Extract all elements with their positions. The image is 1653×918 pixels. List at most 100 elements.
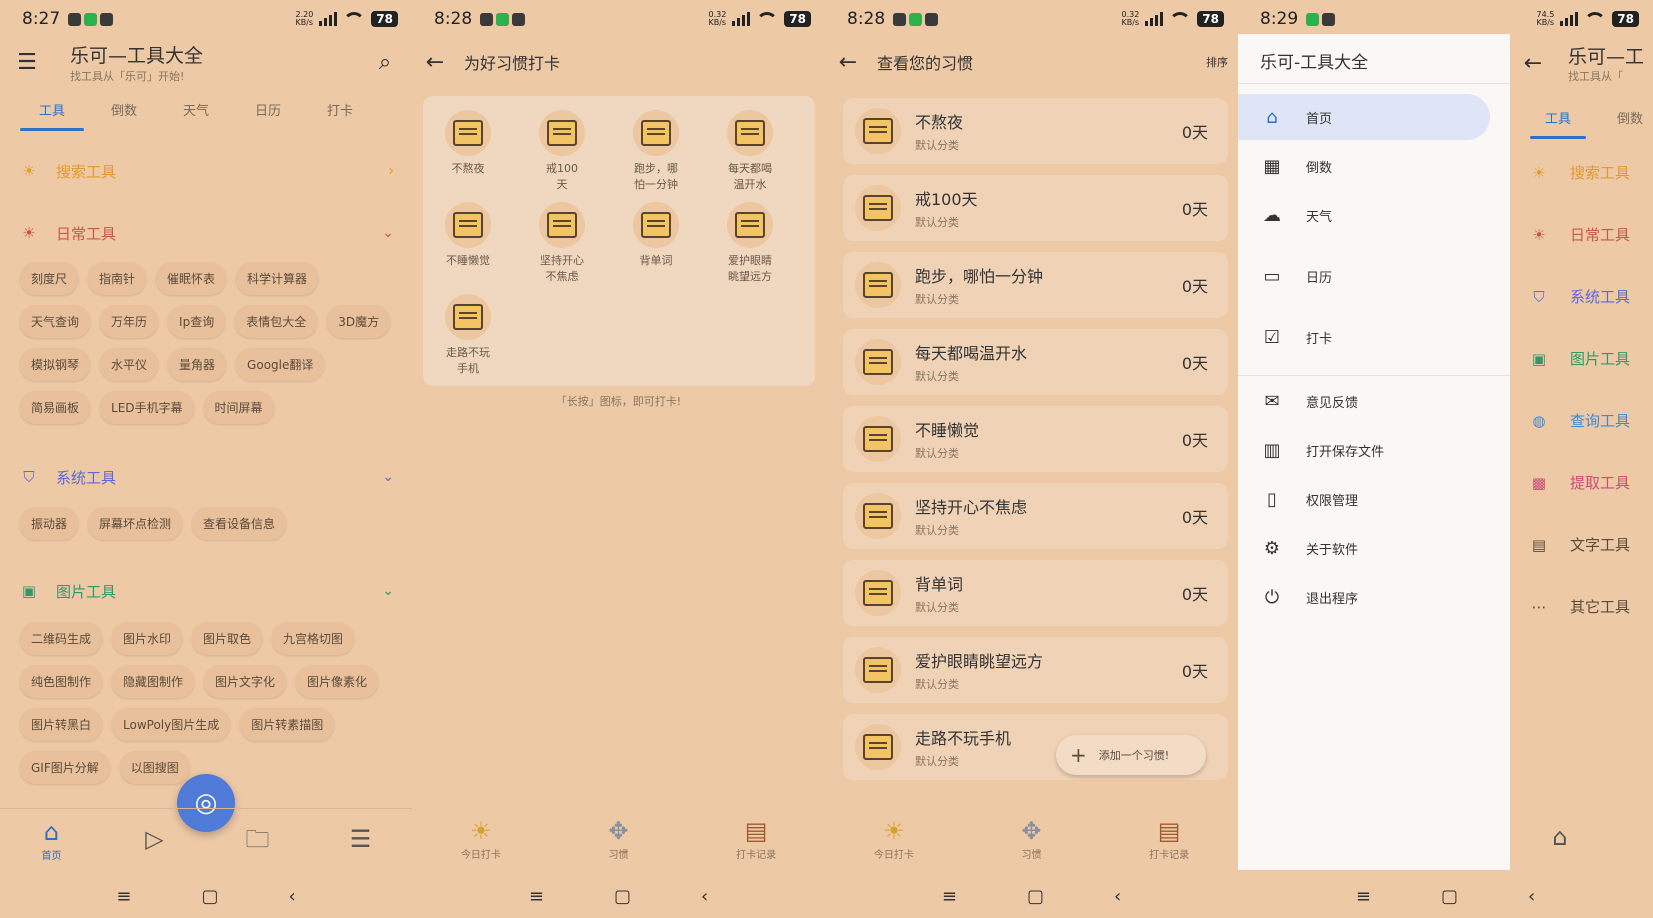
tab-checkin[interactable]: 打卡 [304,100,376,131]
habit-row[interactable]: 背单词 默认分类 0天 [843,560,1228,626]
chip[interactable]: 纯色图制作 [20,665,103,698]
sort-button[interactable]: 排序 [1206,54,1228,70]
nav-play[interactable]: ▷ [125,824,185,854]
chip[interactable]: 简易画板 [20,391,91,424]
chip[interactable]: 表情包大全 [235,305,318,338]
chip[interactable]: 3D魔方 [327,305,391,338]
habit-row[interactable]: 每天都喝温开水 默认分类 0天 [843,329,1228,395]
habit-row[interactable]: 不睡懒觉 默认分类 0天 [843,406,1228,472]
nav-records[interactable]: ▤ 打卡记录 [1139,816,1199,861]
recents-icon[interactable]: ≡ [1356,886,1371,907]
habit-cell[interactable]: 坚持开心 不焦虑 [517,202,607,284]
habit-cell[interactable]: 爱护眼睛 眺望远方 [705,202,795,284]
section-text-tools[interactable]: ▤ 文字工具 [1528,534,1630,555]
drawer-item-countdown[interactable]: ▦ 倒数 [1238,143,1490,189]
chip[interactable]: 天气查询 [20,305,91,338]
chip[interactable]: 图片像素化 [296,665,379,698]
chip[interactable]: 振动器 [20,507,79,540]
nav-menu[interactable]: ☰ [331,824,391,854]
section-daily-tools[interactable]: ☀ 日常工具 [1528,224,1630,245]
chip[interactable]: 指南针 [88,262,147,295]
section-search-tools[interactable]: ☀ 搜索工具 › [18,160,394,182]
chip[interactable]: 查看设备信息 [192,507,287,540]
search-icon[interactable]: ⌕ [370,47,400,77]
drawer-item-exit[interactable]: ⏻ 退出程序 [1238,574,1490,620]
home-button-icon[interactable]: ▢ [1441,886,1458,907]
drawer-item-home[interactable]: ⌂ 首页 [1238,94,1490,140]
habit-row[interactable]: 爱护眼睛眺望远方 默认分类 0天 [843,637,1228,703]
nav-records[interactable]: ▤ 打卡记录 [726,816,786,861]
section-other-tools[interactable]: ⋯ 其它工具 [1528,596,1631,617]
nav-home[interactable]: ⌂ 首页 [22,817,82,862]
habit-row[interactable]: 跑步，哪怕一分钟 默认分类 0天 [843,252,1228,318]
home-button-icon[interactable]: ▢ [614,886,631,907]
chip[interactable]: 水平仪 [100,348,159,381]
back-icon[interactable]: ‹ [1528,886,1535,907]
back-icon[interactable]: ‹ [288,886,295,907]
tab-weather[interactable]: 天气 [160,100,232,131]
tab-countdown[interactable]: 倒数 [88,100,160,131]
back-icon[interactable]: ‹ [701,886,708,907]
chip[interactable]: 图片取色 [192,622,263,655]
drawer-item-feedback[interactable]: ✉ 意见反馈 [1238,378,1490,424]
tab-tools[interactable]: 工具 [16,100,88,131]
section-query-tools[interactable]: ◍ 查询工具 [1528,410,1630,431]
back-arrow-icon[interactable]: ← [833,47,863,77]
nav-today-checkin[interactable]: ☀ 今日打卡 [864,816,924,861]
drawer-item-weather[interactable]: ☁ 天气 [1238,192,1490,238]
tab-tools[interactable]: 工具 [1526,108,1590,139]
home-button-icon[interactable]: ▢ [201,886,218,907]
chip[interactable]: 以图搜图 [119,751,190,784]
chip[interactable]: 图片转素描图 [240,708,335,741]
chip[interactable]: 时间屏幕 [203,391,274,424]
chip[interactable]: 刻度尺 [20,262,79,295]
chip[interactable]: LED手机字幕 [100,391,194,424]
section-daily-tools[interactable]: ☀ 日常工具 ⌄ [18,222,394,244]
tab-countdown[interactable]: 倒数 [1598,108,1653,139]
nav-habits[interactable]: ✥ 习惯 [1001,816,1061,861]
section-system-tools[interactable]: ⛉ 系统工具 ⌄ [18,466,394,488]
back-arrow-icon[interactable]: ← [420,47,450,77]
nav-habits[interactable]: ✥ 习惯 [588,816,648,861]
chip[interactable]: 图片文字化 [204,665,287,698]
drawer-item-about[interactable]: ⚙ 关于软件 [1238,525,1490,571]
chip[interactable]: 隐藏图制作 [112,665,195,698]
habit-cell[interactable]: 背单词 [611,202,701,268]
chip[interactable]: 屏幕坏点检测 [88,507,183,540]
habit-cell[interactable]: 不熬夜 [423,110,513,176]
recents-icon[interactable]: ≡ [529,886,544,907]
nav-home[interactable]: ⌂ [1530,822,1590,852]
recents-icon[interactable]: ≡ [942,886,957,907]
section-search-tools[interactable]: ☀ 搜索工具 [1528,162,1630,183]
chip[interactable]: GIF图片分解 [20,751,110,784]
chip[interactable]: 图片水印 [112,622,183,655]
habit-row[interactable]: 戒100天 默认分类 0天 [843,175,1228,241]
drawer-item-open-files[interactable]: ▥ 打开保存文件 [1238,427,1490,473]
section-extract-tools[interactable]: ▩ 提取工具 [1528,472,1630,493]
chip[interactable]: 万年历 [100,305,159,338]
home-button-icon[interactable]: ▢ [1027,886,1044,907]
section-image-tools[interactable]: ▣ 图片工具 ⌄ [18,580,394,602]
habit-cell[interactable]: 走路不玩 手机 [423,294,513,376]
chip[interactable]: 九宫格切图 [272,622,355,655]
habit-cell[interactable]: 每天都喝 温开水 [705,110,795,192]
chip[interactable]: Google翻译 [236,348,325,381]
nav-today-checkin[interactable]: ☀ 今日打卡 [451,816,511,861]
nav-folder[interactable]: 🗀 [228,824,288,854]
chip[interactable]: 图片转黑白 [20,708,103,741]
drawer-item-calendar[interactable]: ▭ 日历 [1238,253,1490,299]
tab-calendar[interactable]: 日历 [232,100,304,131]
back-icon[interactable]: ‹ [1114,886,1121,907]
chip[interactable]: 催眠怀表 [156,262,227,295]
chip[interactable]: 科学计算器 [236,262,319,295]
drawer-item-permissions[interactable]: ▯ 权限管理 [1238,476,1490,522]
habit-cell[interactable]: 戒100 天 [517,110,607,192]
chip[interactable]: Ip查询 [168,305,226,338]
habit-row[interactable]: 坚持开心不焦虑 默认分类 0天 [843,483,1228,549]
section-image-tools[interactable]: ▣ 图片工具 [1528,348,1630,369]
chip[interactable]: 二维码生成 [20,622,103,655]
add-habit-button[interactable]: + 添加一个习惯! [1056,735,1206,775]
habit-cell[interactable]: 不睡懒觉 [423,202,513,268]
chip[interactable]: 量角器 [168,348,227,381]
drawer-item-checkin[interactable]: ☑ 打卡 [1238,314,1490,360]
